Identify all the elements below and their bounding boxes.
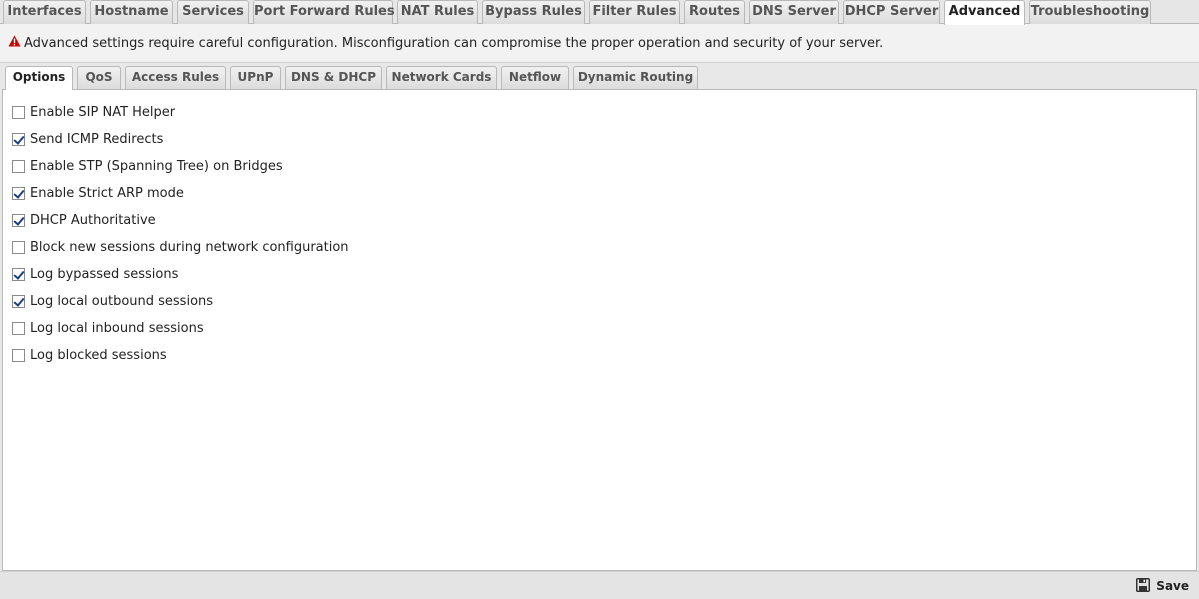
option-send-icmp-redirects[interactable]: Send ICMP Redirects (12, 130, 163, 148)
option-log-bypassed-sessions[interactable]: Log bypassed sessions (12, 265, 178, 283)
top-tab-bar: Interfaces Hostname Services Port Forwar… (0, 0, 1199, 25)
checkbox[interactable] (12, 348, 25, 362)
option-label: Log bypassed sessions (30, 266, 179, 282)
option-label: DHCP Authoritative (30, 212, 156, 228)
option-enable-sip-nat-helper[interactable]: Enable SIP NAT Helper (12, 103, 175, 121)
option-label: Log local inbound sessions (30, 320, 204, 336)
option-label: Enable STP (Spanning Tree) on Bridges (30, 158, 283, 174)
footer-bar: Save (0, 571, 1199, 599)
checkbox[interactable] (12, 267, 25, 281)
option-block-new-sessions[interactable]: Block new sessions during network config… (12, 238, 349, 256)
checkbox[interactable] (12, 186, 25, 200)
tab-interfaces[interactable]: Interfaces (3, 0, 86, 24)
option-log-local-outbound[interactable]: Log local outbound sessions (12, 292, 213, 310)
tab-qos[interactable]: QoS (77, 66, 121, 89)
option-log-local-inbound[interactable]: Log local inbound sessions (12, 319, 204, 337)
tab-network-cards[interactable]: Network Cards (386, 66, 497, 89)
option-label: Enable SIP NAT Helper (30, 104, 176, 120)
tab-bypass-rules[interactable]: Bypass Rules (482, 0, 585, 24)
option-label: Send ICMP Redirects (30, 131, 164, 147)
tab-hostname[interactable]: Hostname (90, 0, 173, 24)
tab-netflow[interactable]: Netflow (501, 66, 569, 89)
option-enable-strict-arp[interactable]: Enable Strict ARP mode (12, 184, 184, 202)
tab-dns-server[interactable]: DNS Server (749, 0, 839, 24)
tab-upnp[interactable]: UPnP (230, 66, 281, 89)
option-label: Enable Strict ARP mode (30, 185, 184, 201)
tab-dynamic-routing[interactable]: Dynamic Routing (573, 66, 698, 89)
tab-services[interactable]: Services (177, 0, 249, 24)
save-button[interactable]: Save (1136, 577, 1189, 595)
checkbox[interactable] (12, 105, 25, 119)
tab-advanced[interactable]: Advanced (944, 0, 1025, 25)
checkbox[interactable] (12, 240, 25, 254)
options-panel: Enable SIP NAT Helper Send ICMP Redirect… (2, 89, 1197, 571)
checkbox[interactable] (12, 321, 25, 335)
checkbox[interactable] (12, 132, 25, 146)
sub-tab-bar: Options QoS Access Rules UPnP DNS & DHCP… (0, 63, 1199, 90)
floppy-disk-icon (1136, 577, 1156, 595)
warning-text: Advanced settings require careful config… (24, 35, 884, 51)
tab-nat-rules[interactable]: NAT Rules (397, 0, 478, 24)
warning-icon (8, 35, 24, 51)
option-enable-stp[interactable]: Enable STP (Spanning Tree) on Bridges (12, 157, 283, 175)
tab-access-rules[interactable]: Access Rules (125, 66, 226, 89)
save-label: Save (1156, 579, 1189, 593)
checkbox[interactable] (12, 159, 25, 173)
option-dhcp-authoritative[interactable]: DHCP Authoritative (12, 211, 156, 229)
option-label: Log local outbound sessions (30, 293, 214, 309)
checkbox[interactable] (12, 294, 25, 308)
tab-port-forward-rules[interactable]: Port Forward Rules (253, 0, 395, 24)
tab-filter-rules[interactable]: Filter Rules (589, 0, 680, 24)
tab-routes[interactable]: Routes (684, 0, 745, 24)
tab-options[interactable]: Options (5, 66, 73, 90)
option-label: Block new sessions during network config… (30, 239, 349, 255)
tab-dhcp-server[interactable]: DHCP Server (843, 0, 940, 24)
tab-troubleshooting[interactable]: Troubleshooting (1029, 0, 1151, 24)
warning-banner: Advanced settings require careful config… (0, 24, 1199, 63)
option-log-blocked-sessions[interactable]: Log blocked sessions (12, 346, 167, 364)
checkbox[interactable] (12, 213, 25, 227)
option-label: Log blocked sessions (30, 347, 167, 363)
tab-dns-dhcp[interactable]: DNS & DHCP (285, 66, 382, 89)
